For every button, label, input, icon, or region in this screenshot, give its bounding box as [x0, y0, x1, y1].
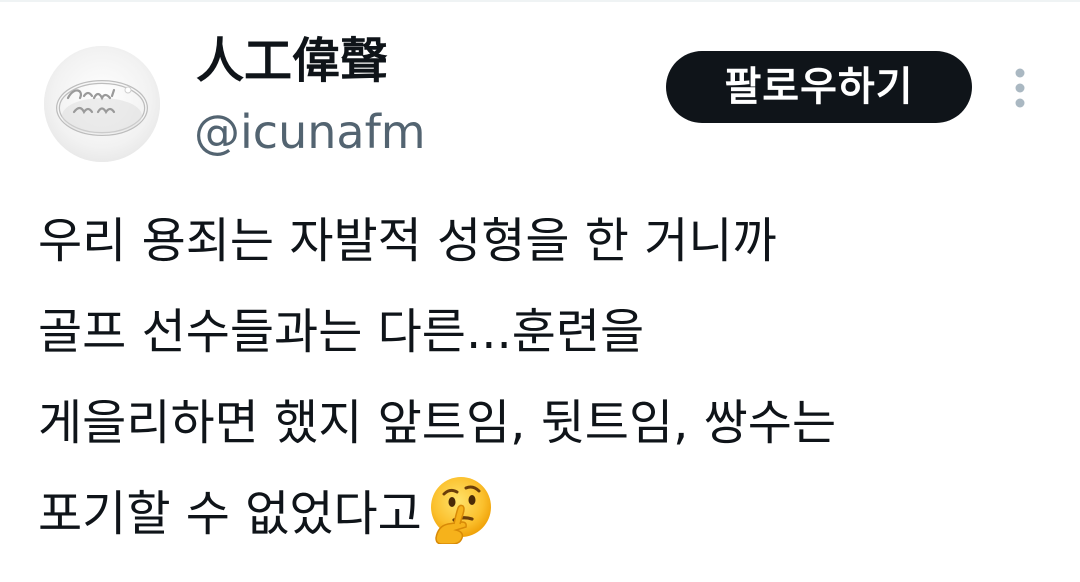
tweet-line: 게을리하면 했지 앞트임, 뒷트임, 쌍수는 [38, 395, 837, 451]
thinking-face-emoji [426, 474, 496, 544]
tweet-line: 골프 선수들과는 다른...훈련을 [38, 304, 645, 360]
tweet-line-text: 포기할 수 없었다고 [38, 486, 422, 542]
more-vertical-icon [1015, 68, 1025, 108]
tweet-line: 우리 용죄는 자발적 성형을 한 거니까 [38, 213, 777, 269]
display-name[interactable]: 人工偉聲 [196, 30, 388, 92]
user-handle[interactable]: @icunafm [194, 102, 426, 162]
avatar[interactable] [44, 46, 160, 162]
more-options-button[interactable] [1000, 64, 1040, 112]
follow-button[interactable]: 팔로우하기 [666, 51, 972, 123]
tweet-text: 우리 용죄는 자발적 성형을 한 거니까 골프 선수들과는 다른...훈련을 게… [38, 196, 1058, 560]
tweet-line-last: 포기할 수 없었다고 [38, 469, 1058, 560]
ring-icon [44, 46, 160, 162]
top-divider [0, 0, 1080, 2]
